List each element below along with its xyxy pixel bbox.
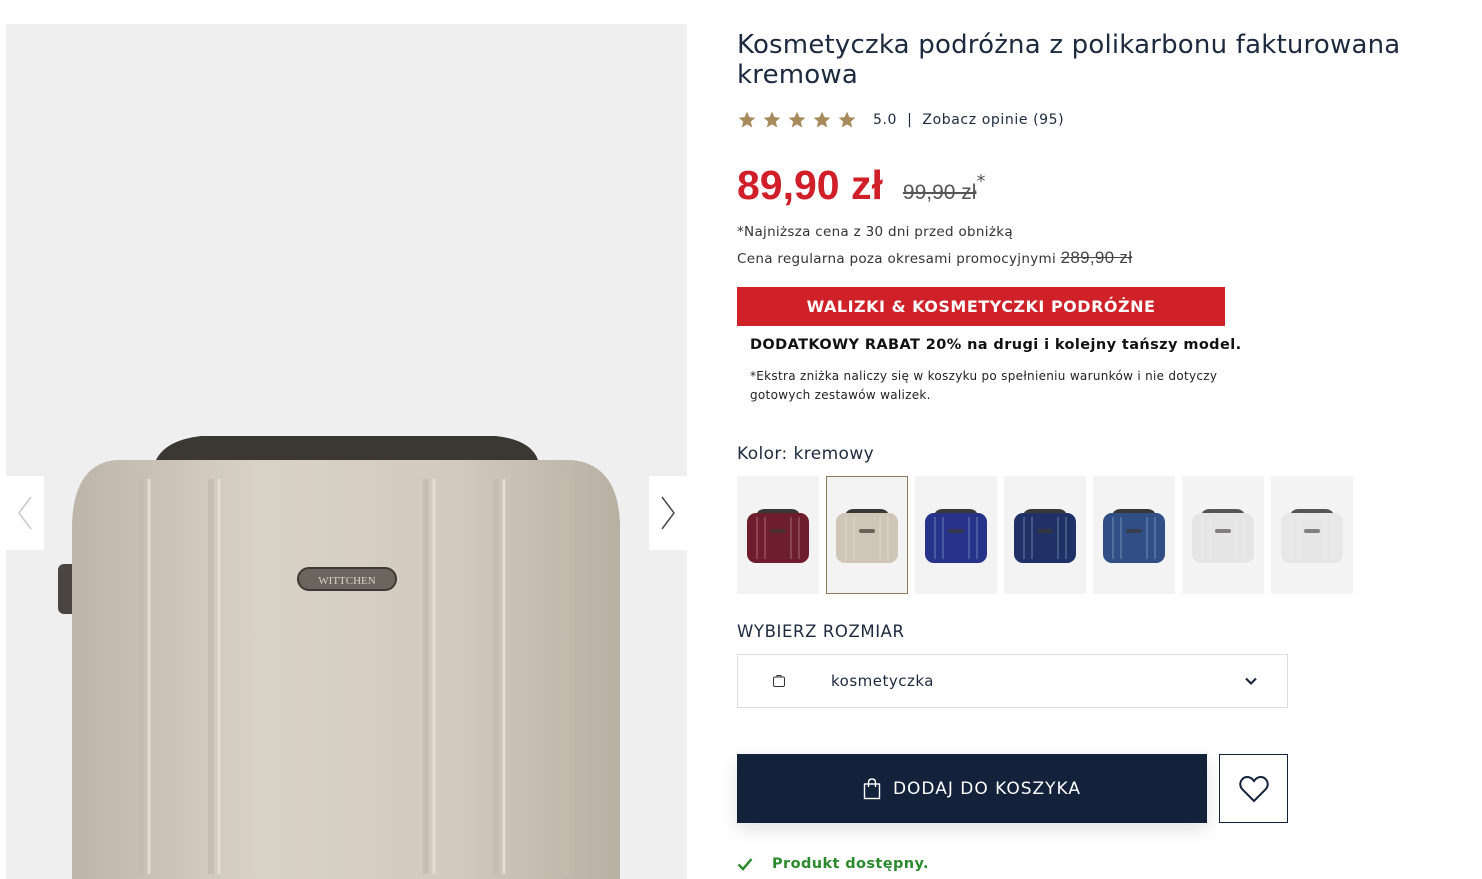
chevron-right-icon xyxy=(661,496,675,530)
heart-icon xyxy=(1238,775,1269,802)
rating-row: 5.0 | Zobacz opinie (95) xyxy=(737,110,1064,130)
size-selected-value: kosmetyczka xyxy=(831,672,934,690)
add-to-cart-button[interactable]: DODAJ DO KOSZYKA xyxy=(737,754,1207,823)
promo-banner[interactable]: WALIZKI & KOSMETYCZKI PODRÓŻNE xyxy=(737,287,1225,326)
current-price: 89,90 zł xyxy=(737,162,883,208)
regular-price-note: Cena regularna poza okresami promocyjnym… xyxy=(737,248,1132,268)
size-label: WYBIERZ ROZMIAR xyxy=(737,622,905,641)
swatch-case-image xyxy=(1103,509,1165,563)
swatch-case-image xyxy=(925,509,987,563)
reviews-link[interactable]: Zobacz opinie (95) xyxy=(922,112,1064,128)
swatch-case-image xyxy=(1014,509,1076,563)
color-swatches xyxy=(737,476,1353,594)
chevron-left-icon xyxy=(18,496,32,530)
product-image[interactable]: WITTCHEN xyxy=(6,24,687,879)
swatch-case-image xyxy=(747,509,809,563)
promo-main-text: DODATKOWY RABAT 20% na drugi i kolejny t… xyxy=(750,337,1242,353)
rating-value: 5.0 xyxy=(873,112,898,128)
color-swatch[interactable] xyxy=(1271,476,1353,594)
brand-plate-text: WITTCHEN xyxy=(318,575,375,587)
regular-price-label: Cena regularna poza okresami promocyjnym… xyxy=(737,251,1057,267)
suitcase-icon xyxy=(773,675,785,687)
rating-stars xyxy=(737,110,857,130)
color-swatch[interactable] xyxy=(1004,476,1086,594)
star-icon xyxy=(738,111,756,128)
swatch-case-image xyxy=(1192,509,1254,563)
product-gallery: WITTCHEN xyxy=(6,24,687,879)
product-title: Kosmetyczka podróżna z polikarbonu faktu… xyxy=(737,30,1401,90)
lowest-price-note: *Najniższa cena z 30 dni przed obniżką xyxy=(737,224,1013,240)
old-price: 99,90 zł xyxy=(902,181,977,204)
shopping-bag-icon xyxy=(863,777,881,799)
color-swatch[interactable] xyxy=(737,476,819,594)
price-asterisk: * xyxy=(976,171,986,192)
color-swatch[interactable] xyxy=(915,476,997,594)
swatch-case-image xyxy=(836,509,898,563)
promo-note: *Ekstra zniżka naliczy się w koszyku po … xyxy=(750,369,1218,402)
star-icon xyxy=(813,111,831,128)
chevron-down-icon xyxy=(1245,677,1257,686)
star-icon xyxy=(788,111,806,128)
color-swatch[interactable] xyxy=(1093,476,1175,594)
swatch-case-image xyxy=(1281,509,1343,563)
gallery-next-button[interactable] xyxy=(649,476,687,550)
price-row: 89,90 zł 99,90 zł * xyxy=(737,162,985,209)
color-label: Kolor: kremowy xyxy=(737,444,875,464)
gallery-prev-button[interactable] xyxy=(6,476,44,550)
rating-separator: | xyxy=(907,112,913,128)
regular-price-value: 289,90 zł xyxy=(1060,248,1133,267)
star-icon xyxy=(838,111,856,128)
wishlist-button[interactable] xyxy=(1219,754,1288,823)
color-swatch[interactable] xyxy=(1182,476,1264,594)
color-swatch[interactable] xyxy=(826,476,908,594)
size-select[interactable]: kosmetyczka xyxy=(737,654,1288,708)
availability-status: Produkt dostępny. xyxy=(737,856,929,872)
star-icon xyxy=(763,111,781,128)
check-icon xyxy=(737,858,753,871)
availability-text: Produkt dostępny. xyxy=(772,856,929,872)
add-to-cart-label: DODAJ DO KOSZYKA xyxy=(892,778,1082,799)
